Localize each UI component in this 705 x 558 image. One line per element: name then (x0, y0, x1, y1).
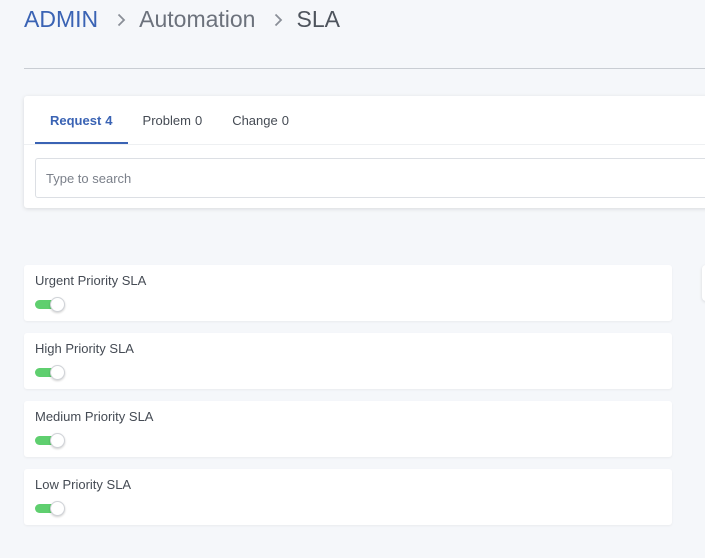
sla-name: Medium Priority SLA (35, 409, 154, 424)
breadcrumb-admin-link[interactable]: ADMIN (24, 6, 98, 33)
tab-change[interactable]: Change 0 (217, 96, 304, 144)
search-input[interactable] (35, 158, 705, 198)
toggle-knob (50, 297, 65, 312)
tab-label: Problem (142, 112, 191, 128)
module-tabs: Request 4 Problem 0 Change 0 (35, 96, 304, 144)
toggle-knob (50, 501, 65, 516)
sla-item-high[interactable]: High Priority SLA (24, 333, 672, 389)
tabs-divider (24, 144, 705, 145)
tab-count: 0 (194, 112, 203, 128)
sla-name: Low Priority SLA (35, 477, 132, 492)
sla-list: Urgent Priority SLA High Priority SLA Me… (24, 265, 672, 537)
tab-label: Request (50, 112, 102, 128)
tab-count: 4 (105, 112, 113, 128)
breadcrumb: ADMIN Automation SLA (24, 6, 340, 33)
sla-page: ADMIN Automation SLA Request 4 Problem 0 C… (0, 0, 705, 558)
sla-toggle-low[interactable] (35, 501, 65, 516)
tab-count: 0 (281, 112, 289, 128)
tab-label: Change (232, 112, 278, 128)
sla-name: High Priority SLA (35, 341, 134, 356)
sla-toggle-high[interactable] (35, 365, 65, 380)
sla-name: Urgent Priority SLA (35, 273, 147, 288)
chevron-right-icon (117, 13, 126, 27)
sla-item-urgent[interactable]: Urgent Priority SLA (24, 265, 672, 321)
sla-toggle-medium[interactable] (35, 433, 65, 448)
sla-toggle-urgent[interactable] (35, 297, 65, 312)
sla-item-medium[interactable]: Medium Priority SLA (24, 401, 672, 457)
tab-problem[interactable]: Problem 0 (128, 96, 218, 144)
tab-request[interactable]: Request 4 (35, 96, 128, 144)
breadcrumb-automation-link[interactable]: Automation (139, 6, 255, 33)
chevron-right-icon (274, 13, 283, 27)
header-divider (24, 68, 705, 69)
breadcrumb-current: SLA (296, 6, 340, 32)
filter-card: Request 4 Problem 0 Change 0 (24, 96, 705, 208)
toggle-knob (50, 433, 65, 448)
sla-item-low[interactable]: Low Priority SLA (24, 469, 672, 525)
toggle-knob (50, 365, 65, 380)
